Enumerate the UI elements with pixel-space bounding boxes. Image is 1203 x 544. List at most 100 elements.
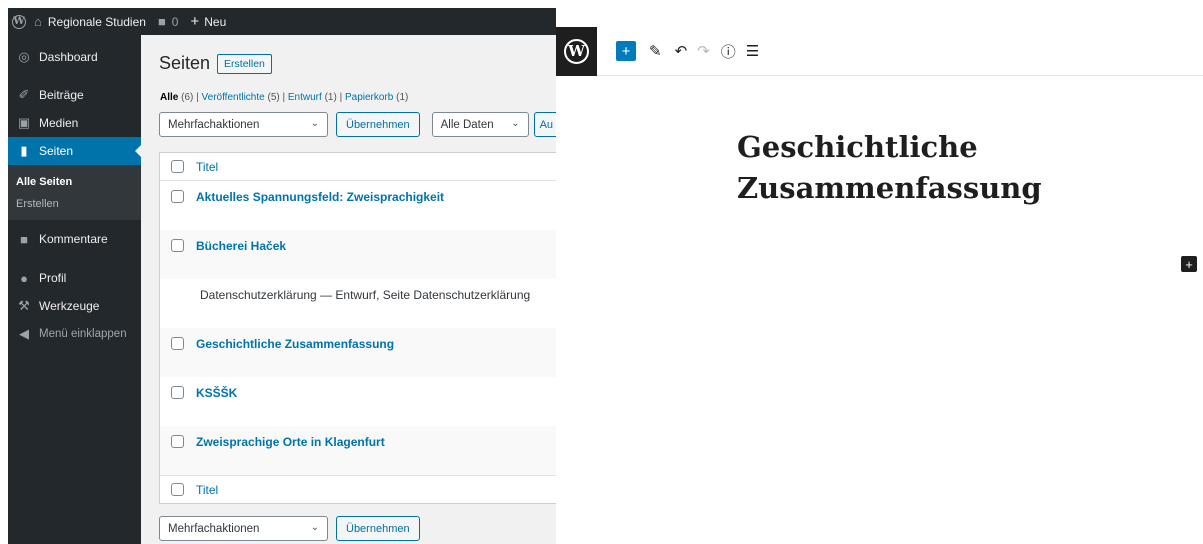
- table-header: Titel: [160, 153, 556, 181]
- sidebar-item-label: Profil: [39, 271, 67, 285]
- filter-button[interactable]: Au: [533, 112, 556, 137]
- select-all-checkbox[interactable]: [171, 483, 184, 496]
- editor-toolbar: W + ✎ ↶ ↷ ⓘ ☰: [556, 26, 1203, 76]
- comments-link[interactable]: ■ 0: [152, 8, 185, 35]
- view-trash-count: (1): [396, 92, 409, 103]
- editor-wordpress-logo-button[interactable]: W: [556, 26, 597, 76]
- select-all-checkbox[interactable]: [171, 160, 184, 173]
- view-published-count: (5): [267, 92, 280, 103]
- block-appender-button[interactable]: +: [1181, 256, 1197, 272]
- sidebar-item-label: Werkzeuge: [39, 299, 100, 313]
- sidebar-item-tools[interactable]: ⚒ Werkzeuge: [8, 292, 141, 320]
- dashboard-icon: ◎: [18, 48, 30, 64]
- page-title-text: Datenschutzerklärung — Entwurf, Seite Da…: [200, 288, 531, 302]
- chevron-down-icon: ⌄: [511, 118, 520, 129]
- sidebar-item-label: Kommentare: [39, 232, 108, 246]
- page-title-link[interactable]: Zweisprachige Orte in Klagenfurt: [196, 435, 385, 449]
- date-filter-select[interactable]: Alle Daten ⌄: [431, 112, 529, 137]
- block-editor: W + ✎ ↶ ↷ ⓘ ☰ Geschichtliche Zusammenfas…: [556, 26, 1203, 544]
- view-all-link[interactable]: Alle: [160, 92, 178, 103]
- plus-icon: +: [621, 42, 631, 60]
- sidebar-item-posts[interactable]: ✐ Beiträge: [8, 81, 141, 109]
- undo-icon: ↶: [674, 43, 688, 60]
- column-title-sort-link[interactable]: Titel: [196, 483, 218, 497]
- redo-button[interactable]: ↷: [697, 41, 710, 61]
- view-draft-link[interactable]: Entwurf: [288, 92, 322, 103]
- new-content-link[interactable]: + Neu: [184, 8, 232, 35]
- sidebar-item-dashboard[interactable]: ◎ Dashboard: [8, 40, 141, 73]
- chevron-down-icon: ⌄: [310, 118, 319, 129]
- redo-icon: ↷: [697, 43, 710, 60]
- table-row: Zweisprachige Orte in Klagenfurt: [160, 426, 556, 475]
- sidebar-item-profile[interactable]: ● Profil: [8, 264, 141, 292]
- bulk-actions-value: Mehrfachaktionen: [168, 522, 260, 535]
- page-title: Seiten: [159, 53, 211, 73]
- date-filter-value: Alle Daten: [440, 118, 494, 131]
- tablenav-top: Mehrfachaktionen ⌄ Übernehmen Alle Daten…: [159, 112, 556, 137]
- sidebar-item-label: Dashboard: [39, 49, 98, 64]
- pages-submenu: Alle Seiten Erstellen: [8, 165, 141, 220]
- submenu-item-all-pages[interactable]: Alle Seiten: [8, 171, 141, 193]
- apply-bulk-button[interactable]: Übernehmen: [336, 112, 420, 137]
- page-title-link[interactable]: Bücherei Haček: [196, 239, 286, 253]
- page-title-link[interactable]: KSŠŠK: [196, 386, 237, 400]
- new-label: Neu: [204, 14, 227, 29]
- pages-table: Titel Aktuelles Spannungsfeld: Zweisprac…: [159, 152, 556, 504]
- comment-icon: ■: [20, 231, 28, 247]
- sidebar-item-media[interactable]: ▣ Medien: [8, 109, 141, 137]
- page-icon: ▮: [20, 143, 28, 158]
- collapse-menu-button[interactable]: ◀ Menü einklappen: [8, 320, 141, 348]
- pages-content: Seiten Erstellen Alle (6) | Veröffentlic…: [159, 35, 556, 544]
- sidebar-item-label: Beiträge: [39, 88, 84, 102]
- post-title-input[interactable]: Geschichtliche Zusammenfassung: [737, 127, 1117, 209]
- table-row: Bücherei Haček: [160, 230, 556, 279]
- tools-button[interactable]: ✎: [649, 41, 662, 61]
- page-title-link[interactable]: Aktuelles Spannungsfeld: Zweisprachigkei…: [196, 190, 444, 204]
- bulk-actions-select[interactable]: Mehrfachaktionen ⌄: [159, 516, 328, 541]
- bulk-actions-value: Mehrfachaktionen: [168, 118, 260, 131]
- view-draft-count: (1): [324, 92, 337, 103]
- plus-icon: +: [1185, 256, 1193, 272]
- site-name-label: Regionale Studien: [47, 14, 146, 29]
- info-icon: ⓘ: [720, 43, 736, 61]
- bulk-actions-select[interactable]: Mehrfachaktionen ⌄: [159, 112, 328, 137]
- details-button[interactable]: ⓘ: [721, 41, 736, 61]
- list-view-button[interactable]: ☰: [746, 41, 759, 61]
- media-icon: ▣: [17, 115, 31, 130]
- wordpress-logo-icon: W: [12, 14, 26, 29]
- wrench-icon: ⚒: [18, 298, 30, 313]
- comment-icon: ■: [157, 14, 166, 29]
- chevron-down-icon: ⌄: [310, 522, 319, 533]
- plus-icon: +: [190, 13, 200, 30]
- apply-bulk-button[interactable]: Übernehmen: [336, 516, 420, 541]
- view-trash-link[interactable]: Papierkorb: [345, 92, 393, 103]
- tablenav-bottom: Mehrfachaktionen ⌄ Übernehmen: [159, 516, 420, 541]
- collapse-menu-label: Menü einklappen: [39, 328, 127, 340]
- table-row: Geschichtliche Zusammenfassung: [160, 328, 556, 377]
- row-checkbox[interactable]: [171, 190, 184, 203]
- view-published-link[interactable]: Veröffentlichte: [202, 92, 265, 103]
- page-header: Seiten Erstellen: [159, 53, 272, 74]
- add-new-page-button[interactable]: Erstellen: [217, 53, 272, 74]
- row-checkbox[interactable]: [171, 239, 184, 252]
- pencil-icon: ✎: [649, 43, 662, 60]
- row-checkbox[interactable]: [171, 386, 184, 399]
- wordpress-logo-button[interactable]: W: [8, 8, 28, 35]
- admin-panel: W ⌂ Regionale Studien ■ 0 + Neu ◎ Dashbo…: [8, 8, 556, 544]
- page-title-link[interactable]: Geschichtliche Zusammenfassung: [196, 337, 394, 351]
- home-icon: ⌂: [34, 14, 42, 29]
- submenu-item-add-new[interactable]: Erstellen: [8, 193, 141, 215]
- row-checkbox[interactable]: [171, 435, 184, 448]
- sidebar-item-pages[interactable]: ▮ Seiten: [8, 137, 141, 165]
- pin-icon: ✐: [18, 87, 30, 102]
- row-checkbox[interactable]: [171, 337, 184, 350]
- table-footer: Titel: [160, 475, 556, 503]
- status-views: Alle (6) | Veröffentlichte (5) | Entwurf…: [160, 92, 409, 103]
- sidebar-item-comments[interactable]: ■ Kommentare: [8, 225, 141, 253]
- user-icon: ●: [20, 270, 28, 286]
- block-inserter-button[interactable]: +: [616, 41, 636, 61]
- site-name-link[interactable]: ⌂ Regionale Studien: [28, 8, 152, 35]
- undo-button[interactable]: ↶: [675, 41, 688, 61]
- column-title-sort-link[interactable]: Titel: [196, 160, 218, 174]
- table-row: Aktuelles Spannungsfeld: Zweisprachigkei…: [160, 181, 556, 230]
